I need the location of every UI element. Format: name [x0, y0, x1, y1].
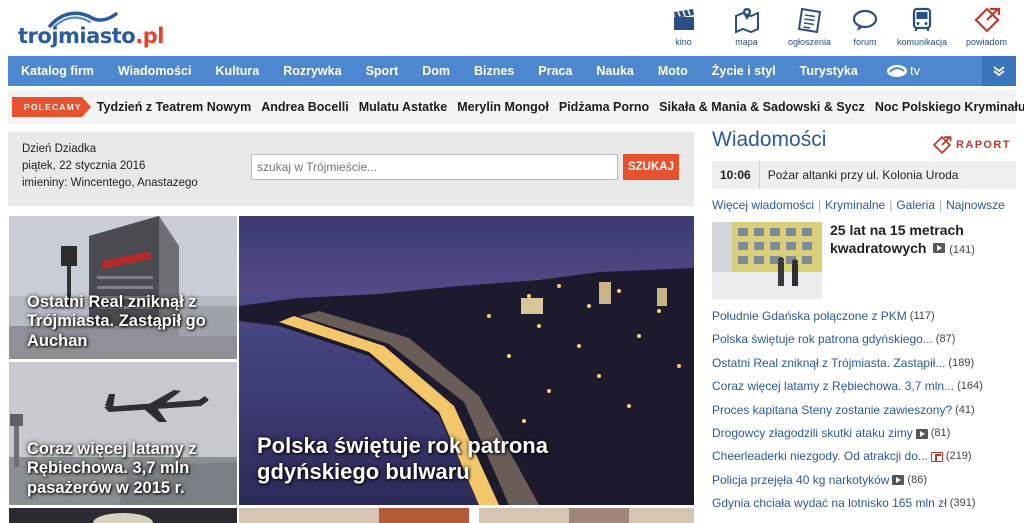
link-more-news[interactable]: Więcej wiadomości [712, 198, 814, 212]
breaking-news[interactable]: 10:06 Pożar altanki przy ul. Kolonia Uro… [712, 161, 1016, 189]
nav-item-turystyka[interactable]: Turystyka [788, 56, 870, 86]
nav-item-praca[interactable]: Praca [526, 56, 584, 86]
nav-item-biznes[interactable]: Biznes [462, 56, 526, 86]
recommended-link[interactable]: Pidżama Porno [559, 100, 649, 114]
bottom-right-image [239, 508, 694, 523]
nav-item-dom[interactable]: Dom [410, 56, 462, 86]
list-item[interactable]: Gdynia chciała wydać na lotnisko 165 mln… [712, 492, 1016, 515]
tv-label: tv [910, 63, 921, 78]
recommended-link[interactable]: Noc Polskiego Kryminału [875, 100, 1024, 114]
tile-caption: Ostatni Real zniknął z Trójmiasta. Zastą… [27, 293, 206, 350]
search-input[interactable] [251, 154, 618, 180]
search-button[interactable]: SZUKAJ [623, 154, 679, 180]
list-item[interactable]: Coraz więcej latamy z Rębiechowa. 3,7 ml… [712, 375, 1016, 398]
recommended-bar: POLECAMY Tydzień z Teatrem Nowym Andrea … [8, 90, 1024, 124]
recommended-link[interactable]: Andrea Bocelli [261, 100, 349, 114]
site-logo[interactable]: trojmiasto.pl [14, 8, 164, 52]
news-tile-airport[interactable]: Coraz więcej latamy z Rębiechowa. 3,7 ml… [9, 362, 237, 505]
chevron-double-down-icon [993, 66, 1005, 77]
nav-item-wiadomosci[interactable]: Wiadomości [106, 56, 204, 86]
breaking-text: Pożar altanki przy ul. Kolonia Uroda [767, 168, 959, 182]
video-icon [892, 475, 905, 486]
list-item[interactable]: Południe Gdańska połączone z PKM (117) [712, 305, 1016, 328]
breaking-time: 10:06 [720, 168, 751, 182]
raport-label: RAPORT [956, 139, 1011, 151]
site-header: trojmiasto.pl kino mapa ogłoszenia forum… [0, 0, 1024, 56]
raport-link[interactable]: RAPORT [932, 135, 1011, 155]
list-item[interactable]: Cheerleaderki niezgody. Od atrakcji do..… [712, 445, 1016, 468]
service-kino[interactable]: kino [652, 4, 715, 52]
divider: | [939, 198, 943, 212]
service-komunikacja[interactable]: komunikacja [889, 4, 955, 52]
nav-item-katalog-firm[interactable]: Katalog firm [8, 56, 106, 86]
tile-caption: Coraz więcej latamy z Rębiechowa. 3,7 ml… [27, 440, 197, 497]
gallery-icon [930, 452, 943, 463]
name-days: imieniny: Wincentego, Anastazego [22, 177, 198, 189]
map-icon [734, 8, 759, 34]
nav-item-rozrywka[interactable]: Rozrywka [271, 56, 353, 86]
list-item[interactable]: Ostatni Real zniknął z Trójmiasta. Zastą… [712, 352, 1016, 375]
recommended-link[interactable]: Merylin Mongoł [457, 100, 549, 114]
recommended-tag: POLECAMY [12, 97, 91, 117]
nav-item-sport[interactable]: Sport [354, 56, 411, 86]
tile-caption: Polska świętuje rok patrona gdyńskiego b… [257, 433, 548, 484]
news-list: Południe Gdańska połączone z PKM (117) Po… [712, 305, 1016, 516]
comment-count: (141) [949, 243, 975, 256]
recommended-links: Tydzień z Teatrem Nowym Andrea Bocelli M… [97, 100, 1024, 114]
report-icon [973, 7, 1000, 33]
newspaper-icon [797, 7, 821, 34]
report-icon [932, 135, 952, 155]
clapperboard-icon [673, 9, 694, 30]
list-item[interactable]: Proces kapitana Steny zostanie zawieszon… [712, 399, 1016, 422]
feature-image[interactable] [712, 222, 822, 299]
news-section-title[interactable]: Wiadomości [712, 128, 826, 152]
news-tile-bottom-left[interactable] [9, 508, 237, 523]
main-nav: Katalog firm Wiadomości Kultura Rozrywka… [8, 56, 1016, 86]
list-item[interactable]: Policja przejęła 40 kg narkotyków (86) [712, 469, 1016, 492]
day-name[interactable]: Dzień Dziadka [22, 143, 96, 155]
service-icons: kino mapa ogłoszenia forum komunikacja p… [652, 4, 1018, 52]
bottom-left-image [9, 508, 237, 523]
news-tile-gdynia-boulevard[interactable]: Polska świętuje rok patrona gdyńskiego b… [239, 216, 694, 505]
apartment-block-image [712, 222, 822, 299]
nav-item-zycie-i-styl[interactable]: Życie i styl [700, 56, 788, 86]
link-kryminalne[interactable]: Kryminalne [825, 198, 885, 212]
list-item[interactable]: Polska świętuje rok patrona gdyńskiego..… [712, 328, 1016, 351]
service-forum[interactable]: forum [841, 4, 889, 52]
video-icon [933, 242, 946, 253]
divider: | [889, 198, 893, 212]
link-galeria[interactable]: Galeria [896, 198, 935, 212]
link-najnowsze[interactable]: Najnowsze [946, 198, 1005, 212]
bus-icon [912, 7, 932, 31]
nav-item-moto[interactable]: Moto [646, 56, 700, 86]
logo-text: trojmiasto.pl [18, 24, 164, 48]
chat-icon [852, 9, 878, 31]
news-tile-bottom-right[interactable] [239, 508, 694, 523]
video-icon [915, 428, 928, 439]
tv-wave-icon [887, 64, 907, 77]
service-powiadom[interactable]: powiadom [955, 4, 1018, 52]
divider: | [818, 198, 822, 212]
recommended-link[interactable]: Mulatu Astatke [359, 100, 447, 114]
service-mapa[interactable]: mapa [715, 4, 778, 52]
recommended-link[interactable]: Tydzień z Teatrem Nowym [97, 100, 251, 114]
nav-more-button[interactable] [982, 56, 1016, 86]
recommended-link[interactable]: Sikała & Mania & Sadowski & Sycz [659, 100, 865, 114]
news-category-links: Więcej wiadomości | Kryminalne | Galeria… [712, 198, 1005, 212]
nav-item-tv[interactable]: tv [886, 63, 920, 78]
news-tile-real[interactable]: Ostatni Real zniknął z Trójmiasta. Zastą… [9, 216, 237, 359]
nav-item-nauka[interactable]: Nauka [584, 56, 646, 86]
date-search-box: Dzień Dziadka piątek, 22 stycznia 2016 i… [8, 132, 694, 206]
divider [758, 161, 760, 189]
list-item[interactable]: Drogowcy złagodzili skutki ataku zimy (81… [712, 422, 1016, 445]
date-line: piątek, 22 stycznia 2016 [22, 160, 146, 172]
feature-article-title[interactable]: 25 lat na 15 metrach kwadratowych (141) [830, 222, 1016, 257]
service-ogloszenia[interactable]: ogłoszenia [778, 4, 841, 52]
nav-item-kultura[interactable]: Kultura [203, 56, 271, 86]
